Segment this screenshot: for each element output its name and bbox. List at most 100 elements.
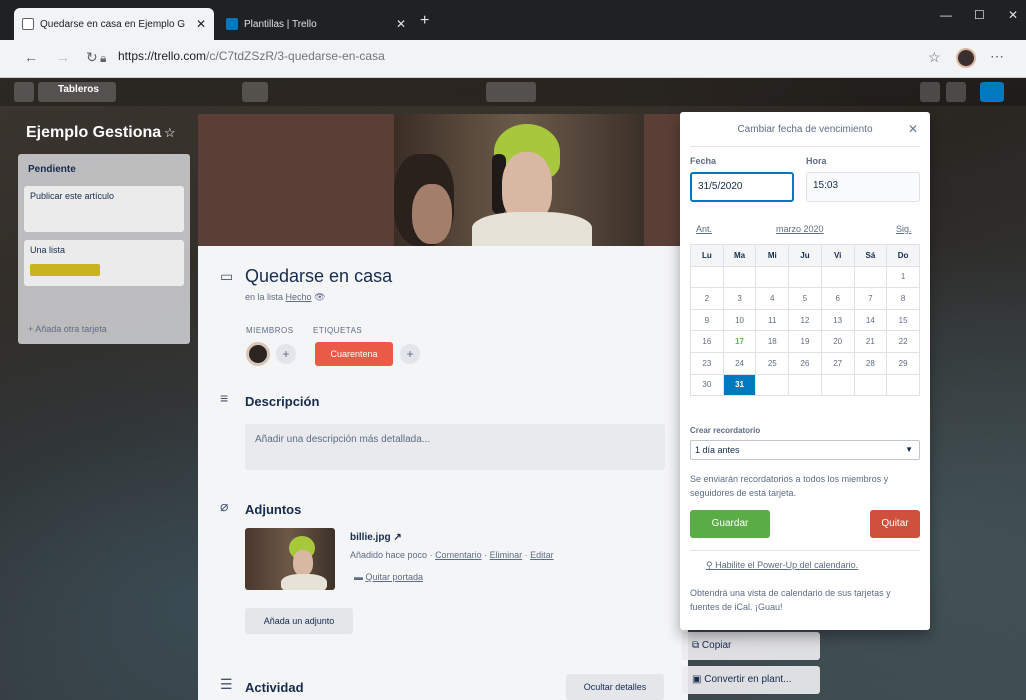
info-button[interactable] <box>946 82 966 102</box>
add-member-button[interactable]: + <box>276 344 296 364</box>
star-icon[interactable]: ☆ <box>164 125 176 141</box>
remove-cover-link[interactable]: ▬ Quitar portada <box>354 572 423 582</box>
next-month-link[interactable]: Sig. <box>896 224 912 234</box>
calendar-day[interactable]: 15 <box>886 308 920 332</box>
member-avatar[interactable] <box>980 82 1004 102</box>
calendar-day[interactable]: 9 <box>690 308 724 332</box>
calendar-empty-cell <box>690 265 724 289</box>
comment-link[interactable]: Comentario <box>435 550 482 560</box>
calendar-day[interactable]: 30 <box>690 373 724 397</box>
calendar-day[interactable]: 29 <box>886 351 920 375</box>
close-icon[interactable]: ✕ <box>908 122 918 136</box>
powerup-link[interactable]: ⚲ Habilite el Power-Up del calendario. <box>706 560 858 571</box>
labels-heading: ETIQUETAS <box>313 326 363 335</box>
add-card-link[interactable]: + Añada otra tarjeta <box>28 324 107 334</box>
remove-button[interactable]: Quitar <box>870 510 920 538</box>
minimize-icon[interactable]: — <box>940 8 952 22</box>
label-tag[interactable]: Cuarentena <box>315 342 393 366</box>
calendar-day[interactable]: 16 <box>690 330 724 353</box>
add-button[interactable] <box>920 82 940 102</box>
due-date-popover: Cambiar fecha de vencimiento ✕ Fecha Hor… <box>680 112 930 630</box>
add-attachment-label: Añada un adjunto <box>263 616 335 626</box>
reload-icon[interactable]: ↻ <box>86 49 98 66</box>
powerup-note: Obtendrá una vista de calendario de sus … <box>690 588 891 612</box>
calendar-day[interactable]: 31 <box>722 373 757 397</box>
calendar-day[interactable]: 11 <box>755 308 790 332</box>
list-card[interactable]: Publicar este artículo <box>24 186 184 232</box>
forward-icon[interactable]: → <box>56 49 70 65</box>
watch-icon[interactable]: 👁︎ <box>314 292 325 302</box>
calendar-day[interactable]: 18 <box>755 330 790 353</box>
calendar-day[interactable]: 17 <box>722 330 757 353</box>
card-title[interactable]: Quedarse en casa <box>245 266 392 287</box>
reminder-select[interactable]: 1 día antes ▼ <box>690 440 920 460</box>
close-tab-icon[interactable]: ✕ <box>396 17 406 31</box>
attachment-thumbnail[interactable] <box>245 528 335 590</box>
time-input[interactable]: 15:03 <box>806 172 920 202</box>
calendar-day[interactable]: 13 <box>820 308 855 332</box>
more-menu-icon[interactable]: ⋯ <box>990 48 1004 65</box>
calendar-day[interactable]: 23 <box>690 351 724 375</box>
home-button[interactable] <box>14 82 34 102</box>
avatar[interactable] <box>246 342 270 366</box>
chevron-down-icon: ▼ <box>905 445 913 454</box>
list-link[interactable]: Hecho <box>286 292 312 302</box>
calendar-day[interactable]: 24 <box>722 351 757 375</box>
calendar-day[interactable]: 4 <box>755 287 790 310</box>
close-window-icon[interactable]: ✕ <box>1008 8 1018 22</box>
calendar-day[interactable]: 28 <box>853 351 888 375</box>
calendar-day[interactable]: 3 <box>722 287 757 310</box>
close-tab-icon[interactable]: ✕ <box>196 17 206 31</box>
calendar-day[interactable]: 12 <box>788 308 822 332</box>
copy-button[interactable]: ⧉ Copiar <box>682 632 820 660</box>
search-button[interactable] <box>242 82 268 102</box>
calendar-day[interactable]: 6 <box>820 287 855 310</box>
hide-details-button[interactable]: Ocultar detalles <box>566 674 664 700</box>
calendar-empty-cell <box>886 373 920 397</box>
add-label-button[interactable]: + <box>400 344 420 364</box>
profile-avatar[interactable] <box>956 48 976 68</box>
calendar-day[interactable]: 26 <box>788 351 822 375</box>
browser-tab-trello[interactable]: Plantillas | Trello ✕ <box>218 8 414 40</box>
favorite-star-icon[interactable]: ☆ <box>928 49 941 66</box>
calendar-day[interactable]: 25 <box>755 351 790 375</box>
list-card[interactable]: Una lista <box>24 240 184 286</box>
maximize-icon[interactable]: ☐ <box>974 8 985 22</box>
delete-link[interactable]: Eliminar <box>490 550 523 560</box>
calendar-day[interactable]: 2 <box>690 287 724 310</box>
previous-month-link[interactable]: Ant. <box>696 224 712 234</box>
new-tab-icon[interactable]: + <box>420 12 429 30</box>
description-field[interactable]: Añadir una descripción más detallada... <box>245 424 665 470</box>
board-header: Tableros <box>0 78 1026 106</box>
calendar-empty-cell <box>788 265 822 289</box>
date-input[interactable]: 31/5/2020 <box>690 172 794 202</box>
convert-template-button[interactable]: ▣ Convertir en plant... <box>682 666 820 694</box>
description-placeholder: Añadir una descripción más detallada... <box>255 434 431 445</box>
save-button[interactable]: Guardar <box>690 510 770 538</box>
back-icon[interactable]: ← <box>24 49 38 65</box>
calendar-day[interactable]: 7 <box>853 287 888 310</box>
card-detail-modal: ▭ Quedarse en casa en la lista Hecho 👁︎ … <box>198 114 688 700</box>
attachment-name[interactable]: billie.jpg ↗ <box>350 532 402 543</box>
due-date-badge <box>30 264 100 276</box>
attachment-meta: Añadido hace poco · Comentario · Elimina… <box>350 550 554 560</box>
calendar-empty-cell <box>820 373 855 397</box>
calendar-day[interactable]: 1 <box>886 265 920 289</box>
edit-link[interactable]: Editar <box>530 550 554 560</box>
calendar-day[interactable]: 19 <box>788 330 822 353</box>
calendar-day[interactable]: 21 <box>853 330 888 353</box>
boards-label: Tableros <box>58 84 99 95</box>
month-select[interactable]: marzo 2020 <box>776 224 824 234</box>
add-attachment-button[interactable]: Añada un adjunto <box>245 608 353 634</box>
board-title[interactable]: Ejemplo Gestiona <box>26 124 161 142</box>
calendar-day[interactable]: 20 <box>820 330 855 353</box>
calendar-day[interactable]: 27 <box>820 351 855 375</box>
calendar-day[interactable]: 8 <box>886 287 920 310</box>
divider <box>690 550 920 551</box>
url-field[interactable]: https://trello.com/c/C7tdZSzR/3-quedarse… <box>118 49 385 63</box>
calendar-day[interactable]: 22 <box>886 330 920 353</box>
calendar-day[interactable]: 10 <box>722 308 757 332</box>
browser-tab-active[interactable]: Quedarse en casa en Ejemplo G ✕ <box>14 8 214 40</box>
calendar-day[interactable]: 5 <box>788 287 822 310</box>
calendar-day[interactable]: 14 <box>853 308 888 332</box>
